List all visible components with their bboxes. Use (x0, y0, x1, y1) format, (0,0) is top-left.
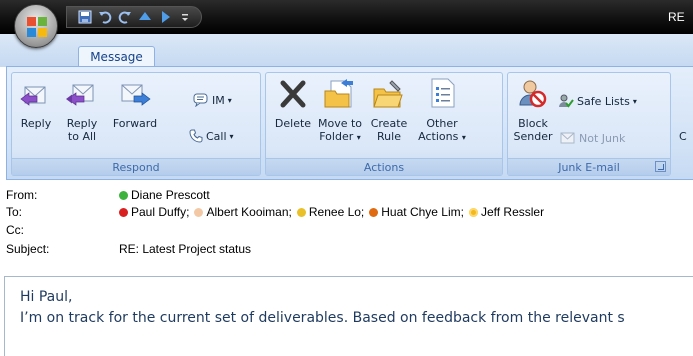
delete-button[interactable]: Delete (272, 77, 314, 137)
recipient-albert-kooiman[interactable]: Albert Kooiman; (194, 205, 292, 219)
ribbon: Reply Reply to All Forward IM ▾ Call ▾ R… (6, 66, 693, 180)
recipient-paul-duffy[interactable]: Paul Duffy; (119, 205, 189, 219)
presence-away-alt-icon (468, 207, 478, 217)
instant-message-icon (193, 93, 208, 107)
presence-busy-away-icon (369, 207, 379, 217)
message-body[interactable]: Hi Paul, I’m on track for the current se… (4, 276, 693, 356)
sender[interactable]: Diane Prescott (119, 188, 210, 202)
recipient-huat-chye-lim[interactable]: Huat Chye Lim; (369, 205, 464, 219)
safe-lists-icon (559, 94, 574, 108)
move-to-folder-dropdown-icon: ▾ (356, 133, 361, 142)
cc-label: Cc: (6, 223, 24, 237)
reply-all-button[interactable]: Reply to All (58, 77, 106, 147)
save-icon[interactable] (77, 9, 93, 25)
not-junk-icon (560, 132, 575, 144)
previous-item-icon[interactable] (137, 9, 153, 25)
reply-all-icon (66, 84, 94, 106)
from-row: From: Diane Prescott (6, 186, 210, 204)
presence-available-icon (119, 190, 128, 200)
undo-icon[interactable] (97, 9, 113, 25)
respond-group-label: Respond (12, 158, 260, 175)
subject-row: Subject: RE: Latest Project status (6, 240, 251, 258)
forward-icon (121, 84, 151, 106)
cc-row: Cc: (6, 221, 119, 239)
dialog-launcher-icon[interactable] (655, 161, 666, 172)
other-actions-button[interactable]: Other Actions ▾ (414, 77, 470, 147)
office-logo-icon (27, 17, 47, 37)
subject-value: RE: Latest Project status (119, 242, 252, 256)
actions-group-label: Actions (266, 158, 502, 175)
title-bar: RE (0, 0, 693, 34)
customize-toolbar-icon[interactable] (177, 9, 193, 25)
other-actions-icon (431, 78, 455, 108)
safe-lists-button[interactable]: Safe Lists ▾ (558, 93, 637, 109)
window-title: RE (668, 10, 685, 24)
reply-button[interactable]: Reply (16, 77, 56, 137)
cut-off-ribbon-label: C (679, 130, 687, 143)
from-label: From: (6, 188, 38, 202)
phone-icon (189, 129, 203, 143)
recipient-renee-lo[interactable]: Renee Lo; (296, 205, 364, 219)
body-line: I’m on track for the current set of deli… (20, 310, 625, 326)
not-junk-button[interactable]: Not Junk (560, 131, 625, 145)
reply-icon (20, 86, 46, 106)
call-button[interactable]: Call ▾ (189, 129, 234, 143)
to-label: To: (6, 205, 23, 219)
safe-lists-dropdown-icon: ▾ (632, 96, 637, 106)
junk-email-group: Block Sender Safe Lists ▾ Not Junk Junk … (507, 72, 671, 176)
ribbon-tab-strip: Message (0, 34, 693, 68)
create-rule-icon (373, 80, 403, 108)
next-item-icon[interactable] (157, 9, 173, 25)
move-to-folder-button[interactable]: Move to Folder ▾ (316, 77, 364, 147)
presence-away-icon (296, 207, 306, 217)
actions-group: Delete Move to Folder ▾ Create Rule Othe… (265, 72, 503, 176)
body-greeting: Hi Paul, (20, 289, 73, 305)
office-button[interactable] (14, 4, 58, 48)
tab-message[interactable]: Message (78, 46, 155, 68)
block-sender-icon (519, 80, 547, 108)
im-button[interactable]: IM ▾ (193, 93, 232, 107)
block-sender-button[interactable]: Block Sender (512, 77, 554, 147)
create-rule-button[interactable]: Create Rule (366, 77, 412, 147)
delete-icon (280, 80, 306, 108)
presence-busy-icon (119, 207, 128, 217)
move-to-folder-icon (324, 79, 353, 108)
message-headers: From: Diane Prescott To: Paul Duffy; Alb… (0, 186, 693, 274)
to-row: To: Paul Duffy; Albert Kooiman; Renee Lo… (6, 203, 544, 221)
respond-group: Reply Reply to All Forward IM ▾ Call ▾ R… (11, 72, 261, 176)
im-dropdown-icon: ▾ (227, 95, 232, 105)
junk-email-group-label: Junk E-mail (508, 158, 670, 175)
redo-icon[interactable] (117, 9, 133, 25)
subject-label: Subject: (6, 242, 50, 256)
forward-button[interactable]: Forward (108, 77, 162, 137)
other-actions-dropdown-icon: ▾ (461, 133, 466, 142)
recipient-jeff-ressler[interactable]: Jeff Ressler (468, 205, 544, 219)
presence-offline-icon (194, 207, 204, 217)
quick-access-toolbar (66, 6, 202, 28)
call-dropdown-icon: ▾ (229, 131, 234, 141)
